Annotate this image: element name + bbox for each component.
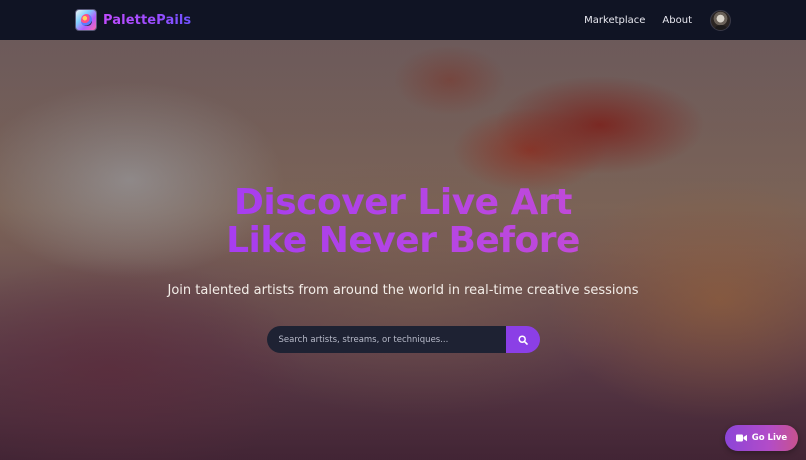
nav-link-about[interactable]: About <box>662 15 692 26</box>
hero-subtitle: Join talented artists from around the wo… <box>167 283 639 298</box>
hero-title: Discover Live Art Like Never Before <box>226 184 580 260</box>
go-live-label: Go Live <box>751 433 788 443</box>
palette-logo-icon[interactable] <box>75 9 97 31</box>
hero-title-line-1: Discover Live Art <box>234 182 572 223</box>
brand-name[interactable]: PalettePails <box>103 13 191 28</box>
search-bar <box>266 326 540 353</box>
video-camera-icon <box>735 434 747 442</box>
search-input[interactable] <box>266 326 506 353</box>
search-icon <box>517 334 528 345</box>
hero-section: Discover Live Art Like Never Before Join… <box>0 40 806 460</box>
nav-link-marketplace[interactable]: Marketplace <box>584 15 645 26</box>
go-live-button[interactable]: Go Live <box>725 425 798 451</box>
navbar: PalettePails Marketplace About <box>0 0 806 40</box>
user-avatar[interactable] <box>710 9 731 31</box>
search-button[interactable] <box>505 326 540 353</box>
hero-title-line-2: Like Never Before <box>226 220 580 261</box>
hero-content: Discover Live Art Like Never Before Join… <box>0 40 806 460</box>
